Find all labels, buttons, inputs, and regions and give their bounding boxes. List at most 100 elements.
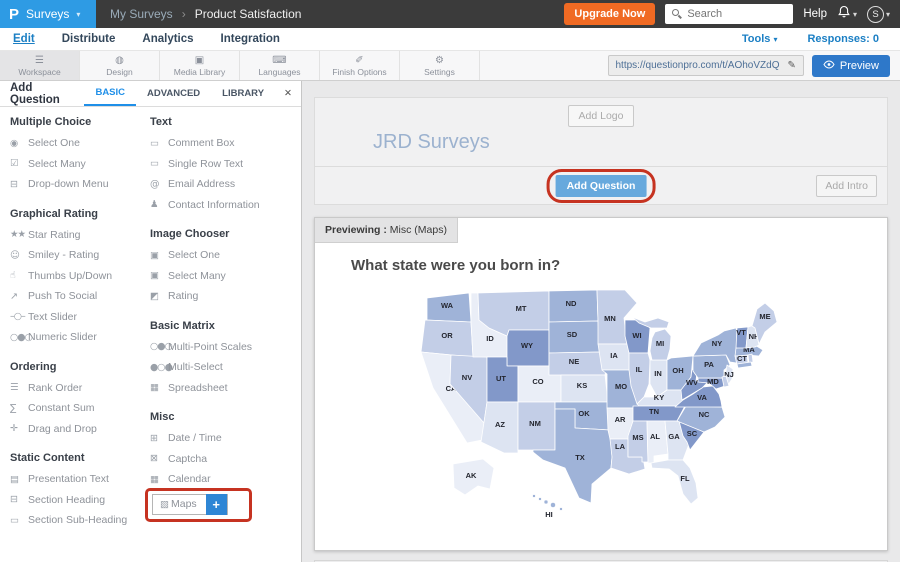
nav-tab-analytics[interactable]: Analytics — [142, 33, 193, 45]
state-RI[interactable] — [748, 354, 753, 363]
state-HI[interactable] — [544, 500, 548, 504]
section-heading-image-chooser: Image Chooser — [150, 228, 295, 240]
nav-tab-edit[interactable]: Edit — [13, 33, 35, 45]
question-type-graphical-rating-push-to-social[interactable]: ↗Push To Social — [10, 286, 140, 307]
toolbar-tab-settings[interactable]: ⚙Settings — [400, 51, 480, 80]
add-logo-button[interactable]: Add Logo — [568, 105, 635, 127]
state-HI[interactable] — [551, 503, 556, 508]
state-AL[interactable] — [647, 421, 668, 463]
question-type-multiple-choice-select-many[interactable]: ☑Select Many — [10, 154, 140, 175]
toolbar-tab-languages[interactable]: ⌨Languages — [240, 51, 320, 80]
rank-order-icon: ☰ — [10, 382, 28, 393]
panel-tab-basic[interactable]: BASIC — [84, 81, 136, 106]
question-type-maps[interactable]: ▧Maps+ — [152, 494, 228, 515]
question-type-static-content-presentation-text[interactable]: ▤Presentation Text — [10, 469, 140, 490]
nav-tab-distribute[interactable]: Distribute — [62, 33, 116, 45]
upgrade-now-button[interactable]: Upgrade Now — [564, 3, 655, 25]
question-type-basic-matrix-multi-point-scales[interactable]: ○●○Multi-Point Scales — [150, 337, 295, 358]
panel-title: Add Question — [0, 81, 84, 106]
responses-counter[interactable]: Responses: 0 — [807, 33, 879, 45]
state-label-NC: NC — [699, 410, 710, 419]
state-label-OH: OH — [672, 366, 683, 375]
email-at-icon: @ — [150, 179, 168, 190]
question-type-multiple-choice-drop-down-menu[interactable]: ⊟Drop-down Menu — [10, 174, 140, 195]
search-input[interactable] — [665, 4, 793, 24]
state-label-HI: HI — [545, 510, 553, 519]
question-type-ordering-constant-sum[interactable]: ∑Constant Sum — [10, 398, 140, 419]
toolbar-tab-workspace[interactable]: ☰Workspace — [0, 51, 80, 80]
state-FL[interactable] — [651, 460, 698, 504]
question-type-misc-date-time[interactable]: ⊞Date / Time — [150, 428, 295, 449]
close-icon[interactable]: ✕ — [275, 81, 301, 106]
state-HI[interactable] — [539, 498, 542, 501]
question-type-graphical-rating-thumbs-up-down[interactable]: ☝Thumbs Up/Down — [10, 266, 140, 287]
section-heading-multiple-choice: Multiple Choice — [10, 116, 140, 128]
radio-stack-icon: ◉ — [10, 138, 28, 149]
account-menu[interactable]: S ▾ — [867, 6, 890, 23]
us-map[interactable]: WAORCANVIDMTWYUTCOAZNMNDSDNEKSOKTXMNIAMO… — [421, 276, 781, 528]
preview-button[interactable]: Preview — [812, 55, 890, 77]
question-type-ordering-drag-and-drop[interactable]: ✛Drag and Drop — [10, 419, 140, 440]
question-type-graphical-rating-smiley-rating[interactable]: ☺Smiley - Rating — [10, 245, 140, 266]
question-type-text-comment-box[interactable]: ▭Comment Box — [150, 133, 295, 154]
question-type-text-contact-information[interactable]: ♟Contact Information — [150, 195, 295, 216]
survey-header-actions: Add Question Add Intro — [315, 166, 887, 204]
question-type-static-content-section-heading[interactable]: ⊟Section Heading — [10, 490, 140, 511]
state-label-KS: KS — [577, 381, 587, 390]
state-label-IA: IA — [610, 351, 618, 360]
question-type-image-chooser-select-one[interactable]: ▣Select One — [150, 245, 295, 266]
state-label-WV: WV — [686, 378, 698, 387]
nav-tab-integration[interactable]: Integration — [221, 33, 280, 45]
state-label-NM: NM — [529, 419, 541, 428]
toolbar-tab-media-library[interactable]: ▣Media Library — [160, 51, 240, 80]
edit-url-icon[interactable]: ✎ — [787, 60, 795, 71]
question-type-graphical-rating-text-slider[interactable]: –○–Text Slider — [10, 307, 140, 328]
notifications-button[interactable]: ▾ — [837, 5, 857, 24]
survey-header-top: Add Logo JRD Surveys — [315, 98, 887, 154]
maps-add-button[interactable]: + — [206, 494, 227, 515]
help-link[interactable]: Help — [803, 8, 827, 20]
question-type-misc-calendar[interactable]: ▦Calendar — [150, 469, 295, 490]
nav-tabs: Edit Distribute Analytics Integration — [13, 33, 307, 45]
question-type-misc-captcha[interactable]: ⊠Captcha — [150, 449, 295, 470]
question-type-graphical-rating-numeric-slider[interactable]: ○●○Numeric Slider — [10, 327, 140, 348]
state-HI[interactable] — [560, 508, 563, 511]
share-icon: ↗ — [10, 291, 28, 302]
section-heading-static-content: Static Content — [10, 452, 140, 464]
toolbar-tab-design[interactable]: ◍Design — [80, 51, 160, 80]
section-heading-ordering: Ordering — [10, 361, 140, 373]
question-type-image-chooser-select-many[interactable]: ▣Select Many — [150, 266, 295, 287]
toolbar-tab-finish-options[interactable]: ✐Finish Options — [320, 51, 400, 80]
tools-menu[interactable]: Tools ▾ — [742, 33, 778, 45]
add-question-panel: Add Question BASICADVANCEDLIBRARY ✕ Mult… — [0, 81, 302, 562]
panel-tab-library[interactable]: LIBRARY — [211, 81, 275, 106]
app-menu[interactable]: P Surveys ▾ — [0, 0, 96, 28]
image-select-many-icon: ▣ — [150, 270, 168, 281]
state-label-ID: ID — [486, 334, 494, 343]
survey-url[interactable]: https://questionpro.com/t/AOhoVZdQ — [616, 60, 780, 71]
survey-header-card: Add Logo JRD Surveys Add Question Add In… — [314, 97, 888, 205]
panel-header: Add Question BASICADVANCEDLIBRARY ✕ — [0, 81, 301, 107]
question-type-basic-matrix-multi-select[interactable]: ●○●Multi-Select — [150, 357, 295, 378]
state-label-MI: MI — [656, 339, 664, 348]
section-heading-basic-matrix: Basic Matrix — [150, 320, 295, 332]
breadcrumb-my-surveys[interactable]: My Surveys — [110, 7, 173, 21]
survey-canvas: Add Logo JRD Surveys Add Question Add In… — [302, 81, 900, 562]
state-HI[interactable] — [533, 495, 536, 498]
state-label-VT: VT — [736, 328, 746, 337]
question-type-multiple-choice-select-one[interactable]: ◉Select One — [10, 133, 140, 154]
panel-tab-advanced[interactable]: ADVANCED — [136, 81, 211, 106]
state-TN[interactable] — [633, 406, 685, 421]
question-type-text-email-address[interactable]: @Email Address — [150, 174, 295, 195]
add-question-button[interactable]: Add Question — [556, 175, 647, 197]
add-intro-button[interactable]: Add Intro — [816, 175, 877, 197]
chevron-down-icon: ▾ — [773, 35, 777, 44]
question-type-text-single-row-text[interactable]: ▭Single Row Text — [150, 154, 295, 175]
breadcrumb-separator-icon: › — [182, 7, 186, 21]
question-type-image-chooser-rating[interactable]: ◩Rating — [150, 286, 295, 307]
state-label-SD: SD — [567, 330, 578, 339]
question-type-ordering-rank-order[interactable]: ☰Rank Order — [10, 378, 140, 399]
question-type-graphical-rating-star-rating[interactable]: ★★Star Rating — [10, 225, 140, 246]
question-type-static-content-section-sub-heading[interactable]: ▭Section Sub-Heading — [10, 510, 140, 531]
question-type-basic-matrix-spreadsheet[interactable]: ▦Spreadsheet — [150, 378, 295, 399]
